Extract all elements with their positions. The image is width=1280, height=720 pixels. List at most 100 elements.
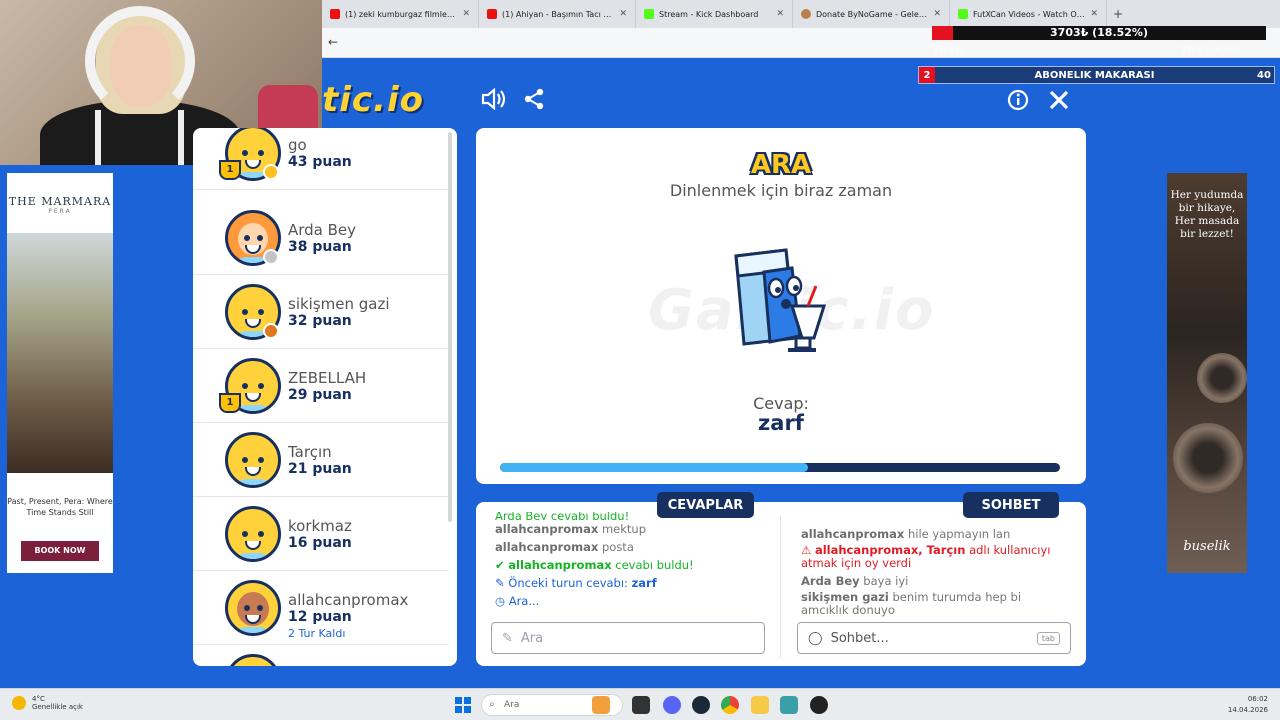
browser-tab-bar: (1) zeki kumburgaz filmleri - Yo ✕ (1) A…: [322, 0, 1280, 28]
task-view-icon[interactable]: [632, 696, 650, 714]
tab-label: Stream - Kick Dashboard: [659, 9, 759, 19]
kick-icon: [958, 9, 968, 19]
answer-found-line: Arda Bey cevabı buldu!: [495, 512, 630, 520]
chat-text: baya iyi: [863, 574, 909, 588]
chat-panel: Arda Bey cevabı buldu! allahcanpromax me…: [476, 502, 1086, 666]
widget-icon[interactable]: [592, 696, 610, 714]
ad-plate-image: [1197, 353, 1247, 403]
trophy-icon: 1: [219, 393, 241, 413]
discord-icon[interactable]: [663, 696, 681, 714]
player-avatar: [225, 580, 281, 636]
player-row: 1 ZEBELLAH 29 puan: [193, 349, 449, 423]
sub-wheel-label: ABONELIK MAKARASI: [1034, 69, 1155, 81]
taskbar-search-placeholder: Ara: [504, 700, 520, 710]
player-row: allahcanpromax 12 puan 2 Tur Kaldı: [193, 571, 449, 645]
chat-input[interactable]: ◯ Sohbet... tab: [797, 622, 1071, 654]
close-icon[interactable]: [1048, 89, 1070, 111]
tab-answers[interactable]: CEVAPLAR: [657, 492, 754, 518]
feed-user: allahcanpromax: [508, 558, 612, 572]
start-button[interactable]: [455, 697, 471, 713]
ad-brand: THE MARMARA: [8, 195, 112, 208]
browser-tab[interactable]: (1) Ahiyan - Başımın Tacı (Of ✕: [479, 0, 636, 28]
round-subtitle: Dinlenmek için biraz zaman: [669, 181, 893, 200]
prev-answer-label: Önceki turun cevabı:: [508, 576, 628, 590]
kick-icon: [644, 9, 654, 19]
ad-photo: [7, 233, 113, 473]
donate-icon: [801, 9, 811, 19]
player-points: 38 puan: [288, 239, 352, 255]
player-name: korkmaz: [288, 517, 352, 535]
players-panel: 1 go 43 puan Arda Bey 38 puan sikişmen g…: [193, 128, 457, 666]
player-name: allahcanpromax: [288, 591, 409, 609]
round-title: ARA: [750, 150, 812, 180]
share-icon[interactable]: [523, 88, 545, 110]
answer-value: zarf: [758, 411, 804, 435]
round-timer-fill: [500, 463, 808, 472]
feed-user: allahcanpromax: [495, 522, 599, 536]
advertisement-left[interactable]: THE MARMARA PERA Past, Present, Pera: Wh…: [7, 173, 113, 573]
close-tab-icon[interactable]: ✕: [1090, 9, 1098, 19]
trophy-icon: 1: [219, 160, 241, 180]
player-points: 32 puan: [288, 313, 352, 329]
sound-icon[interactable]: [481, 88, 507, 110]
close-tab-icon[interactable]: ✕: [462, 9, 470, 19]
clock-date: 14.04.2026: [1227, 706, 1268, 714]
youtube-icon: [330, 9, 340, 19]
back-arrow-icon[interactable]: ←: [328, 35, 338, 49]
weather-desc: Genellikle açık: [32, 703, 83, 711]
tab-key-hint: tab: [1036, 631, 1060, 645]
feed-text: cevabı buldu!: [615, 558, 694, 572]
obs-icon[interactable]: [810, 696, 828, 714]
player-name: Arda Bey: [288, 221, 357, 239]
player-row: [193, 645, 449, 666]
browser-tab[interactable]: Stream - Kick Dashboard ✕: [636, 0, 793, 28]
sub-count-left: 2: [919, 67, 935, 83]
player-points: 16 puan: [288, 535, 352, 551]
player-row: Arda Bey 38 puan: [193, 201, 449, 275]
chat-bubble-icon: ◯: [808, 630, 823, 646]
youtube-icon: [487, 9, 497, 19]
chrome-icon[interactable]: [721, 696, 739, 714]
advertisement-right[interactable]: Her yudumda bir hikaye, Her masada bir l…: [1167, 173, 1247, 573]
round-timer-bar: [500, 463, 1060, 472]
player-avatar: [225, 432, 281, 488]
status-dot: [263, 164, 279, 180]
app-icon[interactable]: [780, 696, 798, 714]
weather-temp: 4°C: [32, 695, 45, 703]
file-explorer-icon[interactable]: [751, 696, 769, 714]
chat-user: allahcanpromax: [801, 527, 905, 541]
browser-tab[interactable]: Donate ByNoGame - Gelen/Gic ✕: [793, 0, 950, 28]
browser-tab[interactable]: FutXCan Videos - Watch On Kick ✕: [950, 0, 1107, 28]
close-tab-icon[interactable]: ✕: [933, 9, 941, 19]
close-tab-icon[interactable]: ✕: [619, 9, 627, 19]
tab-chat[interactable]: SOHBET: [963, 492, 1059, 518]
answer-input-placeholder: Ara: [520, 630, 544, 646]
chat-divider: [780, 516, 781, 658]
steam-icon[interactable]: [692, 696, 710, 714]
pause-status: Ara...: [508, 594, 540, 608]
chat-user: sikişmen gazi: [801, 590, 889, 604]
new-tab-button[interactable]: +: [1107, 7, 1129, 21]
windows-taskbar: 4°C Genellikle açık ⌕ Ara 06:02 14.04.20…: [0, 688, 1280, 720]
close-tab-icon[interactable]: ✕: [776, 9, 784, 19]
ad-copy: Her yudumda bir hikaye, Her masada bir l…: [1170, 189, 1244, 240]
feed-text: posta: [601, 540, 634, 554]
chat-text: hile yapmayın lan: [907, 527, 1011, 541]
mascot-milkshake-illustration: [730, 246, 832, 358]
warning-icon: ⚠: [801, 543, 812, 557]
chat-input-placeholder: Sohbet...: [830, 630, 889, 646]
gartic-logo[interactable]: tic.io: [322, 80, 424, 120]
system-clock[interactable]: 06:02 14.04.2026: [1228, 694, 1268, 716]
drawing-canvas[interactable]: Gartic.io ARA Dinlenmek için biraz zaman…: [476, 128, 1086, 484]
answer-input[interactable]: ✎ Ara: [491, 622, 765, 654]
info-icon[interactable]: [1007, 89, 1029, 111]
sun-icon: [12, 696, 26, 710]
weather-widget[interactable]: 4°C Genellikle açık: [12, 695, 83, 711]
browser-tab[interactable]: (1) zeki kumburgaz filmleri - Yo ✕: [322, 0, 479, 28]
player-points: 29 puan: [288, 387, 352, 403]
pencil-icon: ✎: [495, 576, 505, 590]
pencil-icon: ✎: [502, 630, 513, 646]
donation-goal-text: 3703₺ (18.52%): [1050, 26, 1148, 39]
book-now-button[interactable]: BOOK NOW: [21, 541, 99, 561]
ad-brand-sub: PERA: [48, 208, 72, 215]
